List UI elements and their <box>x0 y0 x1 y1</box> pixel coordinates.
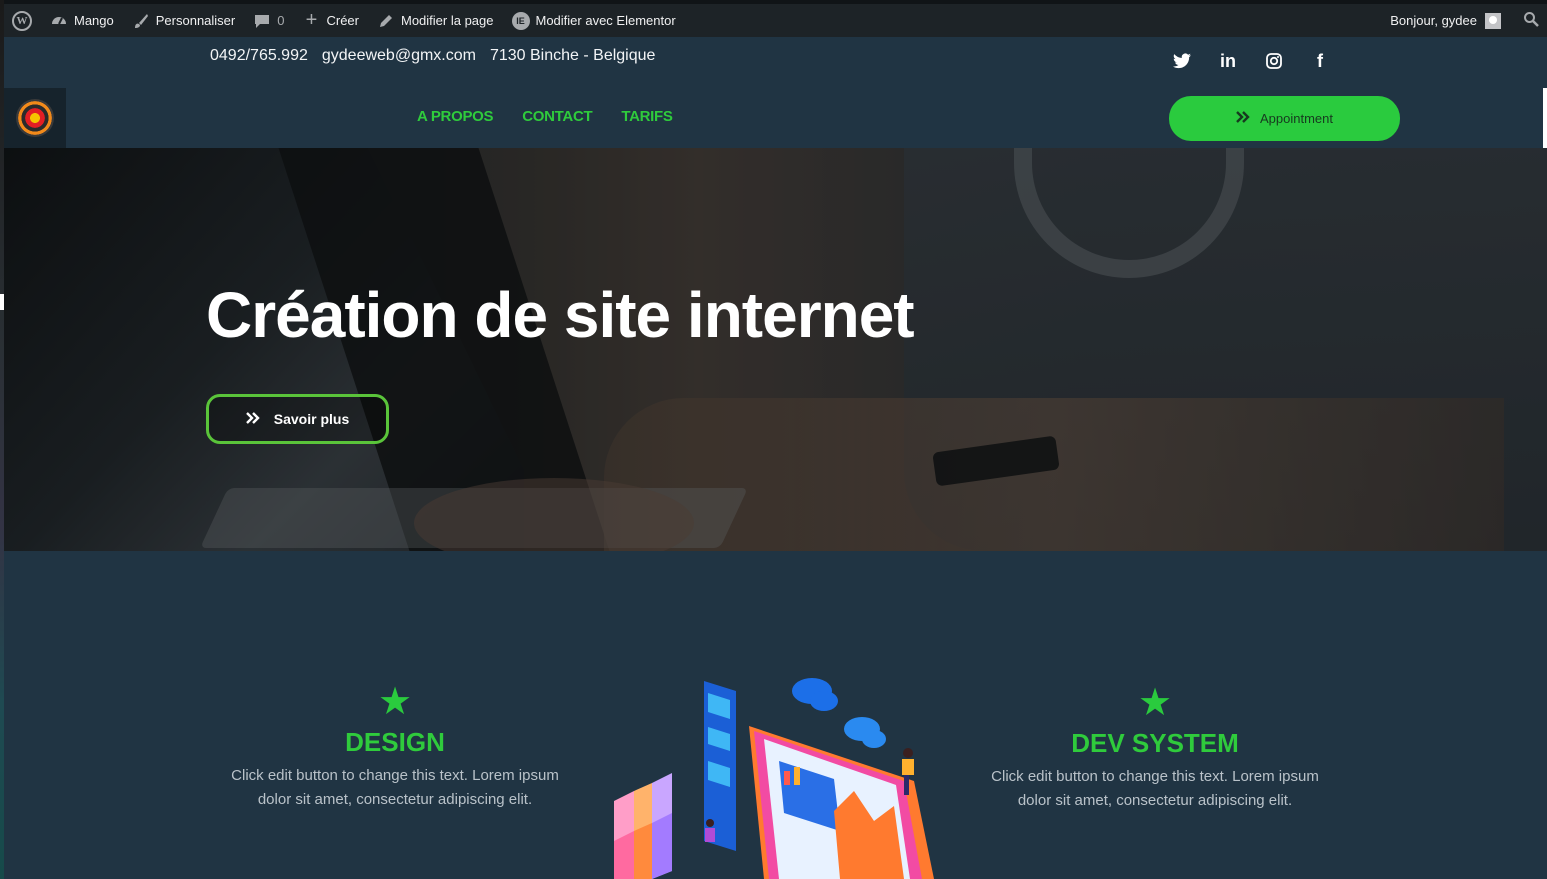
edit-page-label: Modifier la page <box>401 13 494 28</box>
linkedin-icon[interactable]: in <box>1218 51 1238 71</box>
menu-item-contact[interactable]: CONTACT <box>522 108 592 125</box>
service-text: Click edit button to change this text. L… <box>975 765 1335 813</box>
appointment-button[interactable]: Appointment <box>1169 96 1400 141</box>
elementor-edit-label: Modifier avec Elementor <box>535 13 676 28</box>
appointment-label: Appointment <box>1260 111 1333 126</box>
customize-label: Personnaliser <box>155 13 236 28</box>
double-chevron-right-icon <box>245 411 260 427</box>
main-navigation: A PROPOS CONTACT TARIFS Appointment <box>4 88 1547 148</box>
elementor-edit-menu[interactable]: IE Modifier avec Elementor <box>511 4 676 37</box>
comment-icon <box>253 12 271 30</box>
dashboard-icon <box>50 12 68 30</box>
site-name-menu[interactable]: Mango <box>50 4 114 37</box>
service-text-line: dolor sit amet, consectetur adipiscing e… <box>257 791 533 808</box>
logo-icon <box>16 99 54 137</box>
double-chevron-right-icon <box>1236 111 1250 126</box>
brush-icon <box>132 12 150 30</box>
search-icon[interactable] <box>1523 11 1539 30</box>
instagram-icon[interactable] <box>1264 51 1284 71</box>
comments-menu[interactable]: 0 <box>253 4 284 37</box>
service-title: DESIGN <box>345 727 445 757</box>
avatar[interactable] <box>1485 12 1501 29</box>
pencil-icon <box>377 12 395 30</box>
site-logo[interactable] <box>4 88 66 148</box>
hero-title: Création de site internet <box>206 279 915 351</box>
elementor-icon: IE <box>511 11 530 30</box>
address: 7130 Binche - Belgique <box>489 47 656 64</box>
plus-icon: + <box>305 9 318 31</box>
star-icon: ★ <box>377 681 413 723</box>
customize-menu[interactable]: Personnaliser <box>132 4 236 37</box>
savoir-plus-button[interactable]: Savoir plus <box>206 394 389 444</box>
hero-section: Création de site internet Savoir plus <box>4 148 1547 551</box>
isometric-illustration <box>614 678 934 879</box>
wp-admin-bar: W Mango Personnaliser 0 + Créer Modifier… <box>4 0 1547 37</box>
service-text: Click edit button to change this text. L… <box>215 764 575 812</box>
service-dev-system: ★ DEV SYSTEM Click edit button to change… <box>975 684 1335 813</box>
email-address[interactable]: gydeeweb@gmx.com <box>322 47 476 65</box>
nav-edge <box>1543 88 1547 148</box>
edit-page-menu[interactable]: Modifier la page <box>377 4 494 37</box>
facebook-icon[interactable]: f <box>1310 51 1330 71</box>
menu-item-tarifs[interactable]: TARIFS <box>621 108 673 125</box>
top-info-bar: 0492/765.992 gydeeweb@gmx.com 7130 Binch… <box>4 37 1547 88</box>
twitter-icon[interactable] <box>1172 51 1192 71</box>
services-section: ★ DESIGN Click edit button to change thi… <box>4 551 1547 879</box>
wordpress-logo-icon: W <box>12 10 32 31</box>
service-text-line: Click edit button to change this text. L… <box>991 768 1319 785</box>
site-name-label: Mango <box>74 13 114 28</box>
service-design: ★ DESIGN Click edit button to change thi… <box>215 683 575 812</box>
savoir-plus-label: Savoir plus <box>273 411 350 427</box>
service-title: DEV SYSTEM <box>1071 728 1239 758</box>
comments-count: 0 <box>277 13 285 28</box>
phone-number[interactable]: 0492/765.992 <box>210 47 308 65</box>
service-text-line: dolor sit amet, consectetur adipiscing e… <box>1017 792 1293 809</box>
service-text-line: Click edit button to change this text. L… <box>231 767 559 784</box>
new-content-menu[interactable]: + Créer <box>302 4 359 37</box>
star-icon: ★ <box>1137 682 1173 724</box>
account-greeting[interactable]: Bonjour, gydee <box>1390 13 1477 28</box>
new-content-label: Créer <box>326 13 359 28</box>
wp-logo-menu[interactable]: W <box>12 4 32 37</box>
menu-item-a-propos[interactable]: A PROPOS <box>417 108 494 125</box>
